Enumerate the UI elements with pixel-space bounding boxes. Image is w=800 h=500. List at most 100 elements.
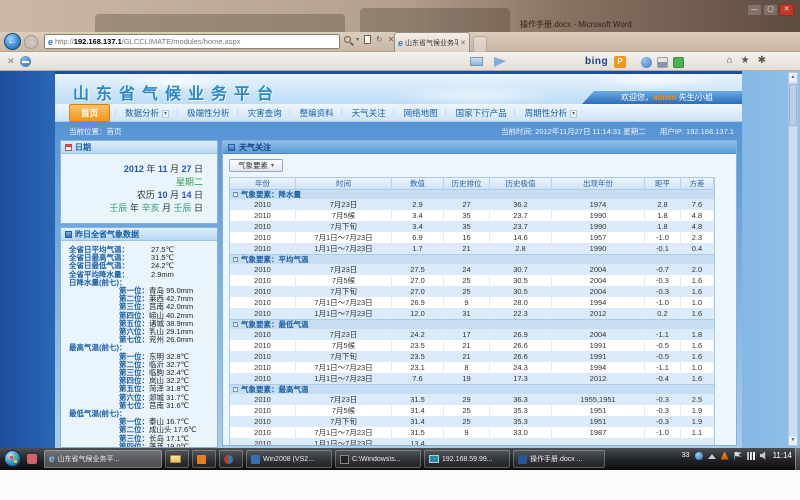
table-cell: -1.0: [645, 427, 681, 438]
tab-close-icon[interactable]: ✕: [460, 39, 466, 47]
table-cell: 8: [444, 362, 490, 373]
favorites-star-icon[interactable]: ★: [741, 55, 750, 66]
table-cell: 2010: [230, 340, 296, 351]
minimize-icon[interactable]: —: [747, 4, 762, 16]
table-cell: 19: [444, 373, 490, 384]
taskbar-task-vm[interactable]: Win2008 (VS2...: [246, 450, 332, 468]
pinned-app-icon[interactable]: [27, 454, 37, 464]
table-cell: 26.6: [490, 340, 552, 351]
mail-icon[interactable]: [470, 57, 483, 66]
close-icon[interactable]: ✕: [779, 4, 794, 16]
bing-logo[interactable]: bing: [585, 56, 608, 67]
camera-icon[interactable]: [641, 57, 652, 68]
table-cell: 2010: [230, 427, 296, 438]
table-cell: 17: [444, 329, 490, 340]
table-cell: 4.8: [681, 210, 714, 221]
tray-volume-icon[interactable]: [760, 452, 768, 460]
taskbar-task-folder[interactable]: [165, 450, 189, 468]
start-button[interactable]: [4, 450, 21, 467]
taskbar-task-ie[interactable]: e山东省气候业务平...: [44, 450, 162, 468]
table-cell: 21: [444, 243, 490, 254]
home-icon[interactable]: ⌂: [727, 55, 733, 66]
collapse-icon[interactable]: -: [233, 192, 238, 197]
table-group-row[interactable]: -气象要素：最低气温: [230, 319, 714, 329]
table-group-row[interactable]: -气象要素：最高气温: [230, 384, 714, 394]
chevron-down-icon[interactable]: ▾: [570, 110, 577, 118]
nav-item-极端性分析[interactable]: 极端性分析: [178, 107, 239, 119]
table-cell: 2.9: [392, 199, 444, 210]
nav-item-数据分析[interactable]: 数据分析▾: [116, 107, 178, 119]
taskbar-task-red[interactable]: [219, 450, 243, 468]
nav-item-整编资料[interactable]: 整编资料: [291, 107, 343, 119]
send-icon[interactable]: [494, 57, 506, 67]
chevron-down-icon[interactable]: ▾: [162, 110, 169, 118]
user-ip: 用户IP: 192.168.137.1: [660, 126, 734, 137]
table-cell: 9: [444, 427, 490, 438]
toolbar-close-icon[interactable]: ✕: [7, 56, 15, 67]
table-row: 20107月23日24.21726.92004-1.11.8: [230, 329, 714, 340]
taskbar-task-orange[interactable]: [192, 450, 216, 468]
contact-icon[interactable]: [657, 57, 668, 68]
table-cell: 2010: [230, 232, 296, 243]
background-window-controls[interactable]: — ▢ ✕: [747, 4, 794, 16]
tray-action-center-icon[interactable]: [734, 452, 742, 460]
table-cell: 23.5: [392, 351, 444, 362]
scroll-down-icon[interactable]: ▼: [789, 436, 797, 445]
table-cell: 25: [444, 286, 490, 297]
addon-puzzle-icon[interactable]: [673, 57, 684, 68]
table-cell: 1.1: [681, 427, 714, 438]
calendar-text: 14: [181, 190, 191, 200]
collapse-icon[interactable]: -: [233, 257, 238, 262]
table-cell: 35.3: [490, 405, 552, 416]
element-select-button[interactable]: 气象要素▾: [229, 159, 283, 172]
table-cell: 24.3: [490, 362, 552, 373]
nav-item-天气关注[interactable]: 天气关注: [343, 107, 395, 119]
taskbar-task-cmd[interactable]: C:\Windows\s...: [335, 450, 421, 468]
table-cell: 7月下旬: [296, 286, 392, 297]
tray-security-icon[interactable]: [721, 452, 729, 460]
tray-expand-icon[interactable]: [708, 454, 716, 459]
nav-item-灾害查询[interactable]: 灾害查询: [239, 107, 291, 119]
nav-item-周期性分析[interactable]: 周期性分析▾: [516, 107, 587, 119]
table-cell: 4.8: [681, 221, 714, 232]
maximize-icon[interactable]: ▢: [763, 4, 778, 16]
new-tab-button[interactable]: [473, 36, 487, 52]
nav-item-首页[interactable]: 首页: [69, 104, 110, 122]
column-header: 出现年份: [552, 178, 645, 189]
nav-item-国家下行产品[interactable]: 国家下行产品: [447, 107, 516, 119]
table-cell: 2004: [552, 264, 645, 275]
collapse-icon[interactable]: -: [233, 387, 238, 392]
background-window: [95, 14, 345, 32]
addon-icon[interactable]: [20, 56, 31, 67]
tray-clock[interactable]: 11:14: [773, 451, 792, 460]
refresh-icon[interactable]: ↻: [376, 35, 383, 44]
desktop-background: 操作手册.docx - Microsoft Word — ▢ ✕: [0, 0, 800, 32]
table-cell: 0.4: [681, 243, 714, 254]
scrollbar-thumb[interactable]: [789, 84, 797, 126]
page-scrollbar[interactable]: ▲ ▼: [788, 72, 798, 446]
table-cell: 7月下旬: [296, 351, 392, 362]
show-desktop-button[interactable]: [795, 448, 800, 470]
settings-gear-icon[interactable]: ✱: [758, 55, 766, 66]
table-group-row[interactable]: -气象要素：平均气温: [230, 254, 714, 264]
forward-button[interactable]: →: [24, 35, 38, 49]
system-tray: 33 11:14: [682, 451, 792, 460]
tray-network-icon[interactable]: [747, 452, 755, 460]
scroll-up-icon[interactable]: ▲: [789, 73, 797, 82]
table-cell: 23.1: [392, 362, 444, 373]
search-dropdown-icon[interactable]: ▾: [356, 36, 359, 43]
taskbar-task-rdp[interactable]: 192.168.59.99...: [424, 450, 510, 468]
back-button[interactable]: ←: [4, 33, 21, 50]
search-icon[interactable]: [344, 36, 351, 43]
collapse-icon[interactable]: -: [233, 322, 238, 327]
taskbar-task-word[interactable]: 操作手册.docx ...: [513, 450, 605, 468]
table-group-row[interactable]: -气象要素：降水量: [230, 189, 714, 199]
table-cell: 2.0: [681, 264, 714, 275]
nav-item-网络地图[interactable]: 网络地图: [395, 107, 447, 119]
bing-badge-icon[interactable]: P: [614, 56, 626, 68]
calendar-text: 日: [191, 164, 203, 174]
compatibility-icon[interactable]: [364, 35, 371, 44]
address-bar[interactable]: e http://192.168.137.1/GLCCLIMATE/module…: [44, 34, 340, 49]
browser-tab[interactable]: e 山东省气候业务平... ✕: [394, 32, 470, 52]
tray-browser-icon[interactable]: [695, 452, 703, 460]
